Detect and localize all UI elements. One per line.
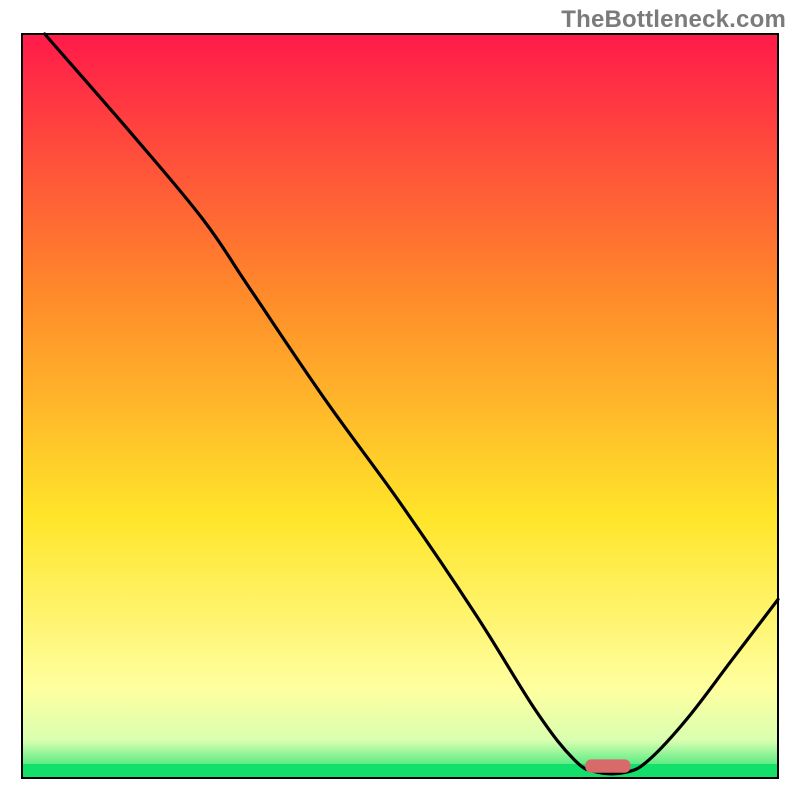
plot-green-band [22, 764, 778, 778]
plot-gradient-background [22, 34, 778, 778]
watermark-text: TheBottleneck.com [561, 6, 786, 34]
plot-area [22, 34, 778, 778]
bottleneck-chart: TheBottleneck.com [0, 0, 800, 800]
chart-canvas [0, 0, 800, 800]
optimal-marker [585, 759, 630, 772]
